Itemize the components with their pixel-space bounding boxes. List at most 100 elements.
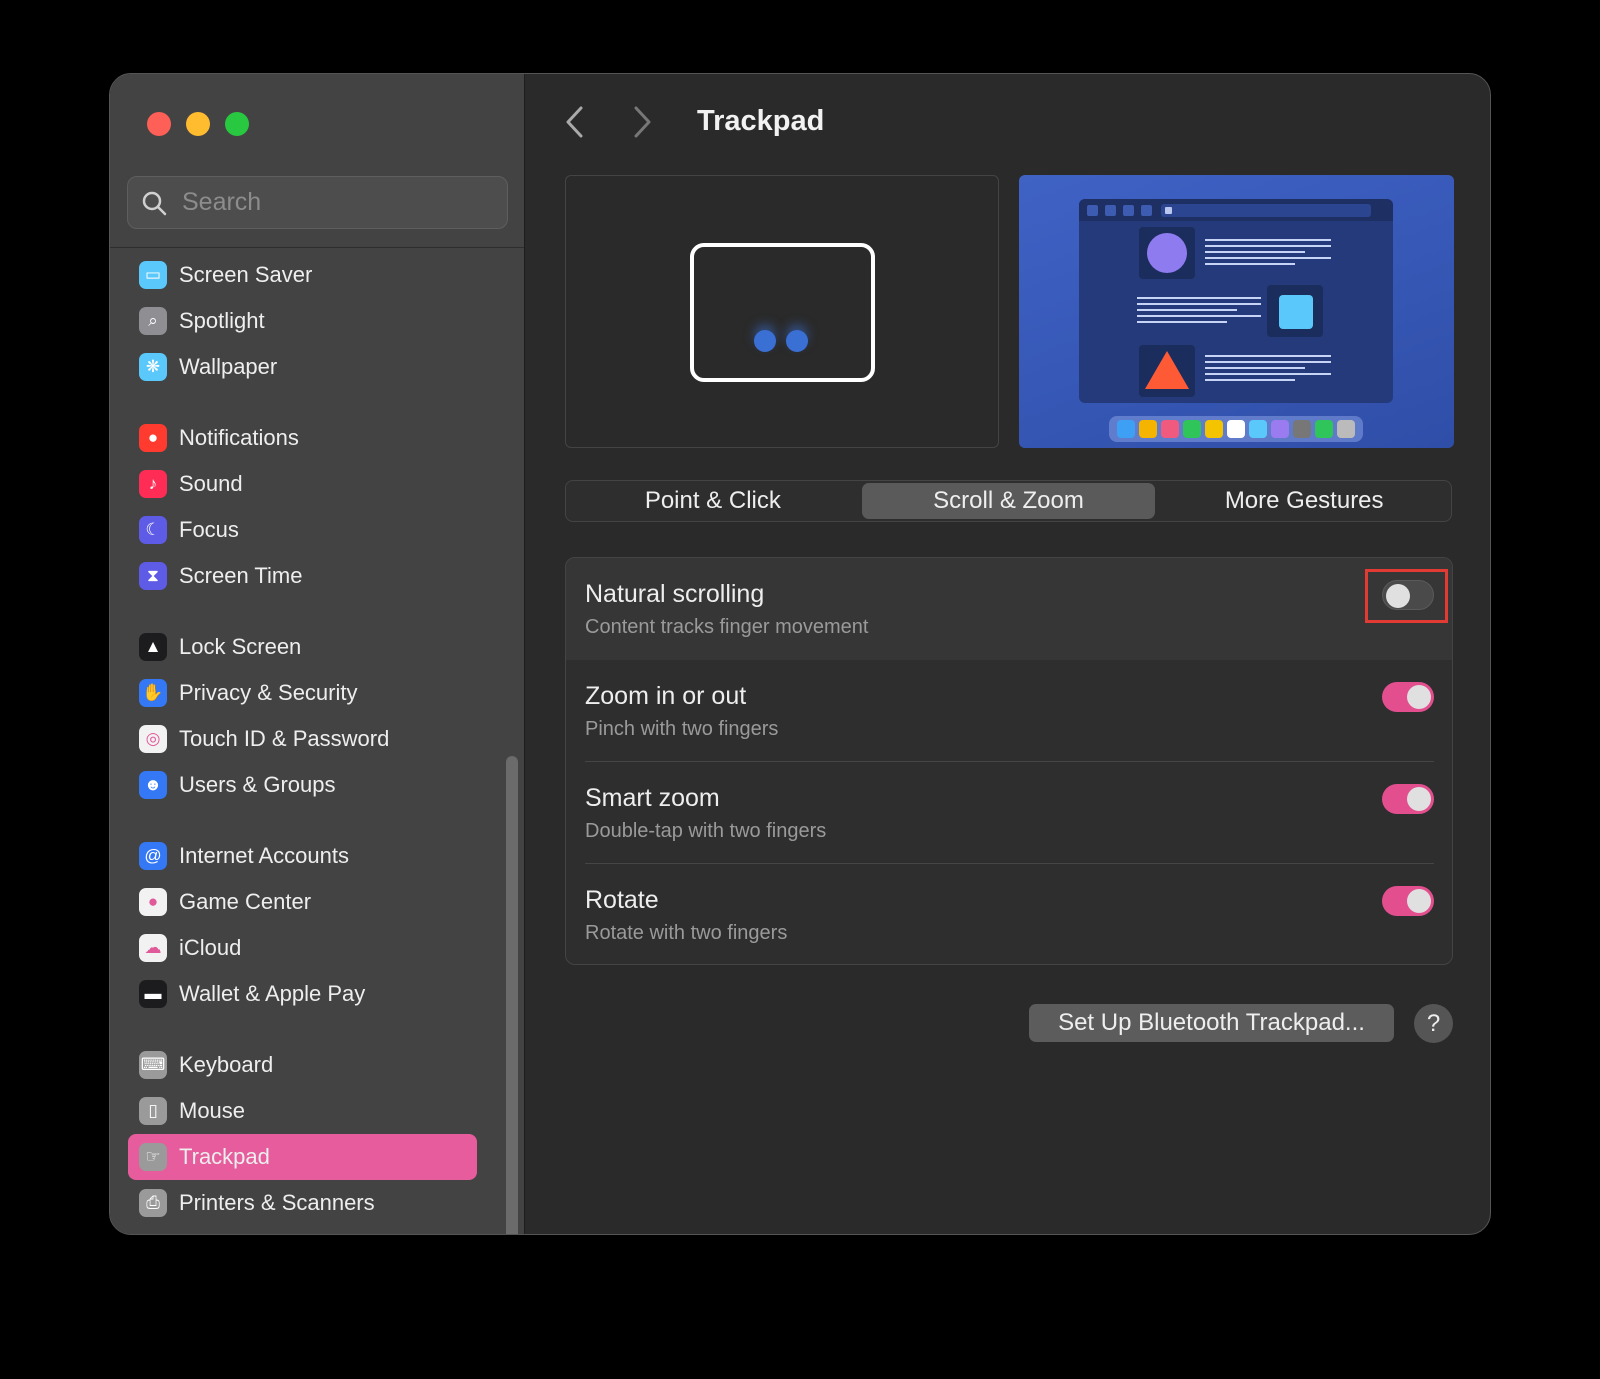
setting-toggle-switch[interactable]: [1382, 682, 1434, 712]
sidebar-item-users-groups[interactable]: ☻ Users & Groups: [128, 762, 477, 808]
setting-row: Natural scrolling Content tracks finger m…: [566, 558, 1452, 660]
page-title: Trackpad: [697, 105, 825, 137]
at-sign-icon: @: [139, 842, 167, 870]
tab-more-gestures[interactable]: More Gestures: [1157, 481, 1451, 521]
mouse-icon: ▯: [139, 1097, 167, 1125]
help-button[interactable]: ?: [1414, 1004, 1453, 1043]
trackpad-icon: ☞: [139, 1143, 167, 1171]
sidebar-item-label: Wallet & Apple Pay: [179, 981, 366, 1006]
sidebar-item-touch-id-password[interactable]: ◎ Touch ID & Password: [128, 716, 477, 762]
setting-toggle-switch[interactable]: [1382, 784, 1434, 814]
sidebar-item-lock-screen[interactable]: ▲ Lock Screen: [128, 624, 477, 670]
sidebar-item-notifications[interactable]: ● Notifications: [128, 415, 477, 461]
chevron-left-icon: [566, 106, 583, 138]
wallet-icon: ▬: [139, 980, 167, 1008]
sidebar-item-label: Notifications: [179, 425, 299, 450]
setting-row: Rotate Rotate with two fingers: [566, 864, 1452, 964]
screen-time-icon: ⧗: [139, 562, 167, 590]
spotlight-icon: ⌕: [139, 307, 167, 335]
toggle-knob: [1407, 685, 1431, 709]
icloud-icon: ☁: [139, 934, 167, 962]
sidebar-item-printers-scanners[interactable]: ⎙ Printers & Scanners: [128, 1180, 477, 1226]
setting-title: Smart zoom: [585, 784, 720, 812]
game-center-icon: ●: [139, 888, 167, 916]
sidebar: ▭ Screen Saver ⌕ Spotlight ❋ Wallpaper ● Notifi…: [110, 74, 525, 1234]
trackpad-illustration: [690, 243, 875, 382]
sidebar-item-label: Trackpad: [179, 1144, 270, 1169]
sidebar-item-label: Printers & Scanners: [179, 1190, 375, 1215]
setup-bluetooth-trackpad-button[interactable]: Set Up Bluetooth Trackpad...: [1029, 1004, 1394, 1042]
sidebar-item-label: Mouse: [179, 1098, 246, 1123]
sidebar-item-privacy-security[interactable]: ✋ Privacy & Security: [128, 670, 477, 716]
sidebar-item-wallet-apple-pay[interactable]: ▬ Wallet & Apple Pay: [128, 971, 477, 1017]
setting-subtitle: Rotate with two fingers: [585, 922, 788, 944]
toggle-knob: [1407, 787, 1431, 811]
sidebar-item-label: Screen Time: [179, 563, 303, 588]
close-window-button[interactable]: [147, 112, 171, 136]
preview-content-icon: [1137, 227, 1331, 397]
lock-screen-icon: ▲: [139, 633, 167, 661]
sidebar-item-wallpaper[interactable]: ❋ Wallpaper: [128, 344, 477, 390]
sidebar-list: ▭ Screen Saver ⌕ Spotlight ❋ Wallpaper ● Notifi…: [128, 248, 484, 1228]
sidebar-item-label: iCloud: [179, 935, 242, 960]
users-icon: ☻: [139, 771, 167, 799]
setting-toggle-switch[interactable]: [1382, 886, 1434, 916]
setting-row: Zoom in or out Pinch with two fingers: [566, 660, 1452, 762]
sidebar-item-label: Game Center: [179, 889, 312, 914]
back-button[interactable]: [555, 102, 595, 142]
keyboard-icon: ⌨: [139, 1051, 167, 1079]
sidebar-item-label: Sound: [179, 471, 243, 496]
setting-subtitle: Content tracks finger movement: [585, 616, 869, 638]
finger-dot-icon: [786, 330, 808, 352]
sidebar-item-internet-accounts[interactable]: @ Internet Accounts: [128, 833, 477, 879]
setting-subtitle: Pinch with two fingers: [585, 718, 779, 740]
setting-title: Natural scrolling: [585, 580, 765, 608]
wallpaper-icon: ❋: [139, 353, 167, 381]
zoom-window-button[interactable]: [225, 112, 249, 136]
sidebar-item-label: Privacy & Security: [179, 680, 358, 705]
sidebar-item-label: Spotlight: [179, 308, 265, 333]
segmented-tabs: Point & Click Scroll & Zoom More Gestures: [565, 480, 1452, 522]
search-field[interactable]: [127, 176, 508, 229]
tab-scroll-zoom[interactable]: Scroll & Zoom: [861, 483, 1156, 519]
sidebar-item-mouse[interactable]: ▯ Mouse: [128, 1088, 477, 1134]
sidebar-item-icloud[interactable]: ☁ iCloud: [128, 925, 477, 971]
focus-icon: ☾: [139, 516, 167, 544]
sidebar-item-label: Wallpaper: [179, 354, 278, 379]
window-controls: [147, 112, 249, 136]
sidebar-item-label: Touch ID & Password: [179, 726, 390, 751]
sidebar-item-label: Internet Accounts: [179, 843, 349, 868]
notifications-icon: ●: [139, 424, 167, 452]
sidebar-item-keyboard[interactable]: ⌨ Keyboard: [128, 1042, 477, 1088]
search-input[interactable]: [182, 188, 482, 217]
fingerprint-icon: ◎: [139, 725, 167, 753]
sidebar-item-screen-time[interactable]: ⧗ Screen Time: [128, 553, 477, 599]
finger-dot-icon: [754, 330, 776, 352]
gesture-preview-screen: [1019, 175, 1454, 448]
sidebar-item-screen-saver[interactable]: ▭ Screen Saver: [128, 252, 477, 298]
tab-point-click[interactable]: Point & Click: [566, 481, 860, 521]
minimize-window-button[interactable]: [186, 112, 210, 136]
sidebar-item-sound[interactable]: ♪ Sound: [128, 461, 477, 507]
setting-title: Zoom in or out: [585, 682, 747, 710]
highlight-annotation-box: [1365, 569, 1448, 623]
gesture-preview-trackpad: [565, 175, 999, 448]
sidebar-item-game-center[interactable]: ● Game Center: [128, 879, 477, 925]
toggle-knob: [1407, 889, 1431, 913]
sidebar-item-label: Keyboard: [179, 1052, 274, 1077]
setting-title: Rotate: [585, 886, 659, 914]
sidebar-item-label: Lock Screen: [179, 634, 302, 659]
sidebar-item-label: Focus: [179, 517, 239, 542]
printer-icon: ⎙: [139, 1189, 167, 1217]
forward-button[interactable]: [622, 102, 662, 142]
search-icon: [142, 191, 167, 215]
screen-saver-icon: ▭: [139, 261, 167, 289]
sidebar-item-spotlight[interactable]: ⌕ Spotlight: [128, 298, 477, 344]
sidebar-item-label: Screen Saver: [179, 262, 313, 287]
preview-window-illustration: [1079, 199, 1393, 403]
sidebar-item-trackpad[interactable]: ☞ Trackpad: [128, 1134, 477, 1180]
sidebar-scrollbar[interactable]: [506, 756, 518, 1234]
sidebar-item-focus[interactable]: ☾ Focus: [128, 507, 477, 553]
setting-subtitle: Double-tap with two fingers: [585, 820, 827, 842]
chevron-right-icon: [634, 106, 651, 138]
